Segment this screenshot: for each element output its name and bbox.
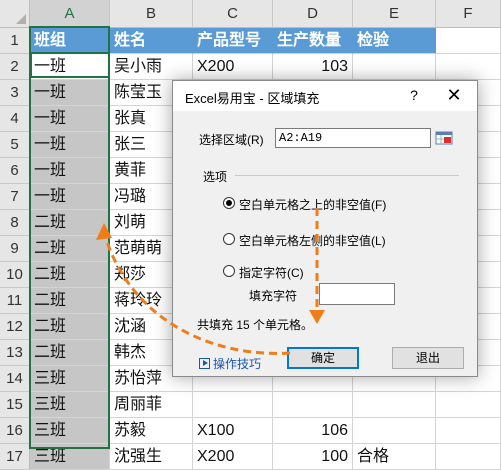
row-header[interactable]: 3 — [0, 80, 30, 106]
table-cell[interactable] — [353, 418, 436, 444]
radio-left-label[interactable]: 空白单元格左侧的非空值(L) — [239, 232, 386, 249]
radio-custom-label[interactable]: 指定字符(C) — [239, 264, 304, 281]
table-cell[interactable]: 二班 — [30, 340, 110, 366]
tips-link[interactable]: 操作技巧 — [199, 355, 261, 372]
row-header[interactable]: 2 — [0, 54, 30, 80]
table-cell[interactable]: 100 — [273, 444, 353, 470]
column-header-e[interactable]: E — [353, 0, 436, 28]
row-header[interactable]: 4 — [0, 106, 30, 132]
table-cell[interactable]: 三班 — [30, 444, 110, 470]
table-cell[interactable]: 三班 — [30, 392, 110, 418]
range-label: 选择区域(R) — [199, 133, 264, 147]
fill-summary: 共填充 15 个单元格。 — [197, 318, 314, 332]
row-header[interactable]: 11 — [0, 288, 30, 314]
select-all-corner[interactable] — [0, 0, 30, 28]
radio-custom[interactable] — [223, 265, 235, 277]
options-group-label: 选项 — [203, 170, 228, 184]
table-cell[interactable] — [436, 392, 501, 418]
table-cell[interactable]: 一班 — [30, 106, 110, 132]
table-cell[interactable]: 一班 — [30, 132, 110, 158]
row-header[interactable]: 5 — [0, 132, 30, 158]
table-cell[interactable]: 106 — [273, 418, 353, 444]
table-cell[interactable]: 苏毅 — [110, 418, 193, 444]
header-cell[interactable]: 生产数量 — [273, 28, 353, 54]
header-cell[interactable]: 产品型号 — [193, 28, 273, 54]
row-header[interactable]: 10 — [0, 262, 30, 288]
header-cell[interactable]: 班组 — [30, 28, 110, 54]
table-cell[interactable]: X100 — [193, 418, 273, 444]
table-cell[interactable]: 二班 — [30, 236, 110, 262]
row-header[interactable]: 12 — [0, 314, 30, 340]
table-cell[interactable]: X200 — [193, 54, 273, 80]
table-cell[interactable] — [273, 392, 353, 418]
close-button[interactable]: ✕ — [443, 85, 465, 107]
range-picker-icon[interactable] — [435, 129, 453, 147]
row-header[interactable]: 1 — [0, 28, 30, 54]
table-cell[interactable]: 103 — [273, 54, 353, 80]
exit-button[interactable]: 退出 — [392, 347, 464, 369]
table-cell[interactable]: 吴小雨 — [110, 54, 193, 80]
row-header[interactable]: 14 — [0, 366, 30, 392]
table-cell[interactable]: 合格 — [353, 444, 436, 470]
table-cell[interactable] — [436, 444, 501, 470]
table-cell[interactable]: 沈强生 — [110, 444, 193, 470]
table-cell[interactable] — [353, 392, 436, 418]
table-cell[interactable] — [353, 54, 436, 80]
header-cell[interactable]: 检验 — [353, 28, 436, 54]
fill-char-label: 填充字符 — [249, 289, 298, 303]
ok-button[interactable]: 确定 — [287, 347, 359, 369]
table-cell[interactable]: 三班 — [30, 418, 110, 444]
table-cell[interactable]: 二班 — [30, 288, 110, 314]
table-cell[interactable]: 二班 — [30, 314, 110, 340]
tips-link-label: 操作技巧 — [213, 357, 262, 371]
radio-left[interactable] — [223, 233, 235, 245]
play-icon — [199, 358, 210, 369]
table-cell[interactable]: 一班 — [30, 184, 110, 210]
table-cell[interactable]: 二班 — [30, 210, 110, 236]
radio-above[interactable] — [223, 197, 235, 209]
table-cell[interactable]: 一班 — [30, 54, 110, 80]
row-header[interactable]: 7 — [0, 184, 30, 210]
row-header[interactable]: 17 — [0, 444, 30, 470]
table-cell[interactable]: X200 — [193, 444, 273, 470]
column-header-a[interactable]: A — [30, 0, 110, 28]
row-header[interactable]: 9 — [0, 236, 30, 262]
table-cell[interactable]: 一班 — [30, 80, 110, 106]
table-cell[interactable]: 三班 — [30, 366, 110, 392]
dialog-title: Excel易用宝 - 区域填充 — [185, 91, 320, 106]
row-header[interactable]: 15 — [0, 392, 30, 418]
column-header-f[interactable]: F — [436, 0, 501, 28]
column-header-d[interactable]: D — [273, 0, 353, 28]
header-cell[interactable] — [436, 28, 501, 54]
table-cell[interactable] — [436, 54, 501, 80]
header-cell[interactable]: 姓名 — [110, 28, 193, 54]
region-fill-dialog: Excel易用宝 - 区域填充 ? ✕ 选择区域(R) A2:A19 选项 空白… — [172, 80, 478, 377]
row-header[interactable]: 16 — [0, 418, 30, 444]
row-header[interactable]: 6 — [0, 158, 30, 184]
table-cell[interactable]: 一班 — [30, 158, 110, 184]
help-button[interactable]: ? — [405, 86, 423, 104]
fill-char-input[interactable] — [319, 283, 395, 305]
column-header-c[interactable]: C — [193, 0, 273, 28]
table-cell[interactable]: 周丽菲 — [110, 392, 193, 418]
table-cell[interactable] — [193, 392, 273, 418]
row-header[interactable]: 13 — [0, 340, 30, 366]
dialog-titlebar[interactable]: Excel易用宝 - 区域填充 ? ✕ — [173, 81, 477, 111]
radio-above-label[interactable]: 空白单元格之上的非空值(F) — [239, 196, 386, 213]
column-header-b[interactable]: B — [110, 0, 193, 28]
table-cell[interactable]: 二班 — [30, 262, 110, 288]
row-header[interactable]: 8 — [0, 210, 30, 236]
table-cell[interactable] — [436, 418, 501, 444]
range-input[interactable]: A2:A19 — [275, 128, 431, 148]
options-divider — [235, 175, 459, 176]
